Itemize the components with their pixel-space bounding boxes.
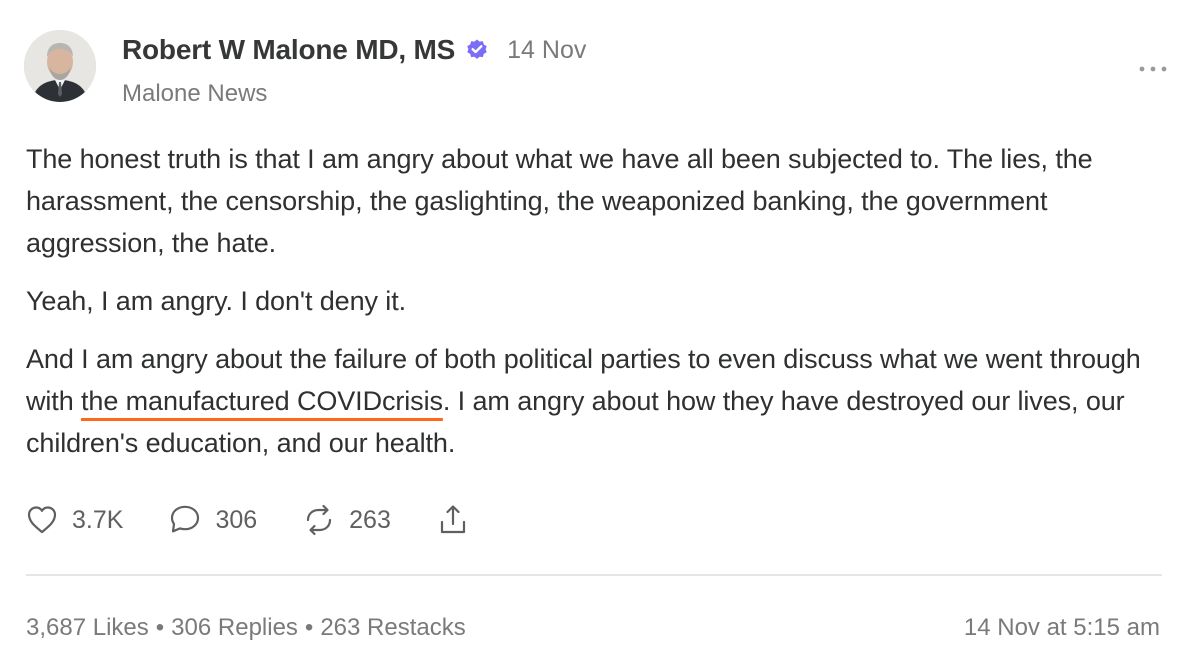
divider [26, 574, 1162, 576]
publication-name[interactable]: Malone News [122, 80, 267, 108]
separator-dot: • [155, 614, 165, 641]
heart-icon [27, 506, 57, 534]
like-button[interactable]: 3.7K [24, 502, 123, 538]
restacks-stat-link[interactable]: 263 Restacks [320, 614, 465, 641]
post-header: Robert W Malone MD, MS 14 Nov Malone New… [24, 30, 1167, 108]
share-button[interactable] [435, 502, 471, 538]
author-name[interactable]: Robert W Malone MD, MS [122, 34, 455, 66]
covidcrisis-link[interactable]: the manufactured COVIDcrisis [81, 386, 443, 416]
likes-stat-link[interactable]: 3,687 Likes [26, 614, 149, 641]
comment-icon [171, 505, 200, 533]
action-bar: 3.7K 306 263 [24, 500, 515, 540]
like-count: 3.7K [72, 505, 124, 534]
separator-dot: • [304, 614, 314, 641]
post-paragraph: Yeah, I am angry. I don't deny it. [26, 286, 406, 316]
share-icon [440, 505, 465, 534]
verified-badge-icon [467, 39, 487, 59]
reply-count: 306 [215, 505, 258, 534]
post-date[interactable]: 14 Nov [507, 36, 586, 65]
post-stats: 3,687 Likes • 306 Replies • 263 Restacks [26, 614, 466, 642]
post-timestamp[interactable]: 14 Nov at 5:15 am [964, 614, 1160, 642]
restack-button[interactable]: 263 [301, 502, 391, 538]
restack-count: 263 [349, 505, 391, 534]
replies-stat-link[interactable]: 306 Replies [171, 614, 298, 641]
post-body: The honest truth is that I am angry abou… [26, 138, 1166, 480]
avatar[interactable] [24, 30, 96, 102]
restack-icon [307, 504, 332, 536]
post-paragraph: The honest truth is that I am angry abou… [26, 144, 1093, 258]
post-paragraph: And I am angry about the failure of both… [26, 338, 1166, 464]
more-options-icon[interactable] [1136, 62, 1170, 76]
comment-button[interactable]: 306 [167, 502, 257, 538]
author-row: Robert W Malone MD, MS 14 Nov [122, 34, 586, 66]
